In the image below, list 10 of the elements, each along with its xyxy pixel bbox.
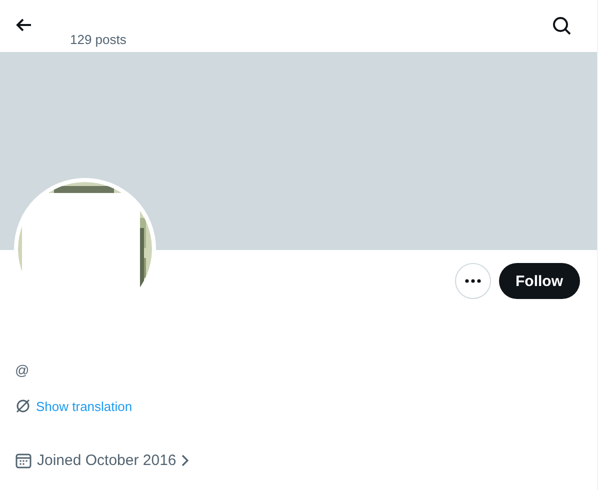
follow-button[interactable]: Follow xyxy=(498,263,580,299)
ellipsis-icon xyxy=(464,279,480,283)
more-button[interactable] xyxy=(454,263,490,299)
chevron-icon xyxy=(181,454,190,467)
calendar-icon xyxy=(15,452,32,469)
search-button[interactable] xyxy=(551,15,573,37)
post-count: 129 posts xyxy=(70,32,126,47)
user-handle: @ xyxy=(15,362,30,378)
join-date: Joined October 2016 xyxy=(37,452,176,469)
translate-icon xyxy=(15,398,31,414)
